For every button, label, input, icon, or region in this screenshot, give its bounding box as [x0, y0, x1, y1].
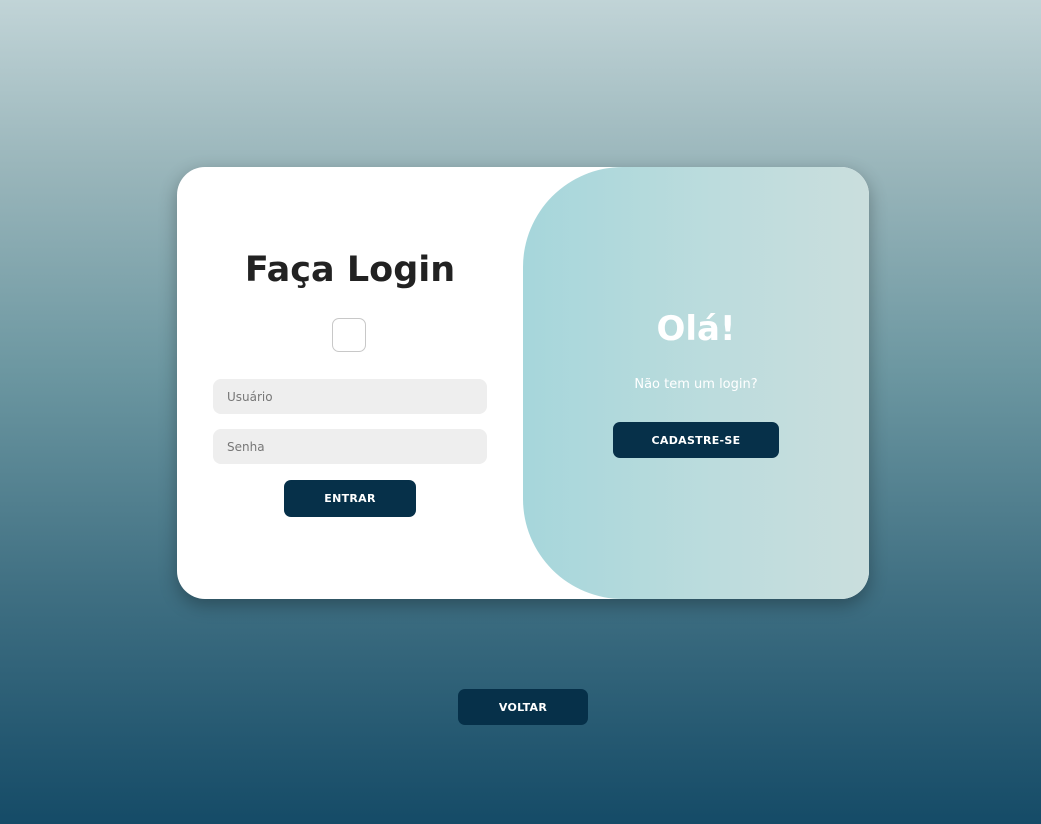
login-button[interactable]: ENTRAR	[284, 480, 416, 517]
login-card: Faça Login ENTRAR Olá! Não tem um login?…	[177, 167, 869, 599]
signup-button[interactable]: CADASTRE-SE	[613, 422, 779, 458]
checkbox[interactable]	[332, 318, 366, 352]
login-panel: Faça Login ENTRAR	[177, 167, 523, 599]
welcome-panel: Olá! Não tem um login? CADASTRE-SE	[523, 167, 869, 599]
signup-prompt: Não tem um login?	[634, 377, 758, 392]
username-input[interactable]	[213, 379, 487, 414]
password-input[interactable]	[213, 429, 487, 464]
login-title: Faça Login	[244, 250, 456, 290]
welcome-title: Olá!	[656, 309, 736, 349]
back-button[interactable]: VOLTAR	[458, 689, 588, 725]
